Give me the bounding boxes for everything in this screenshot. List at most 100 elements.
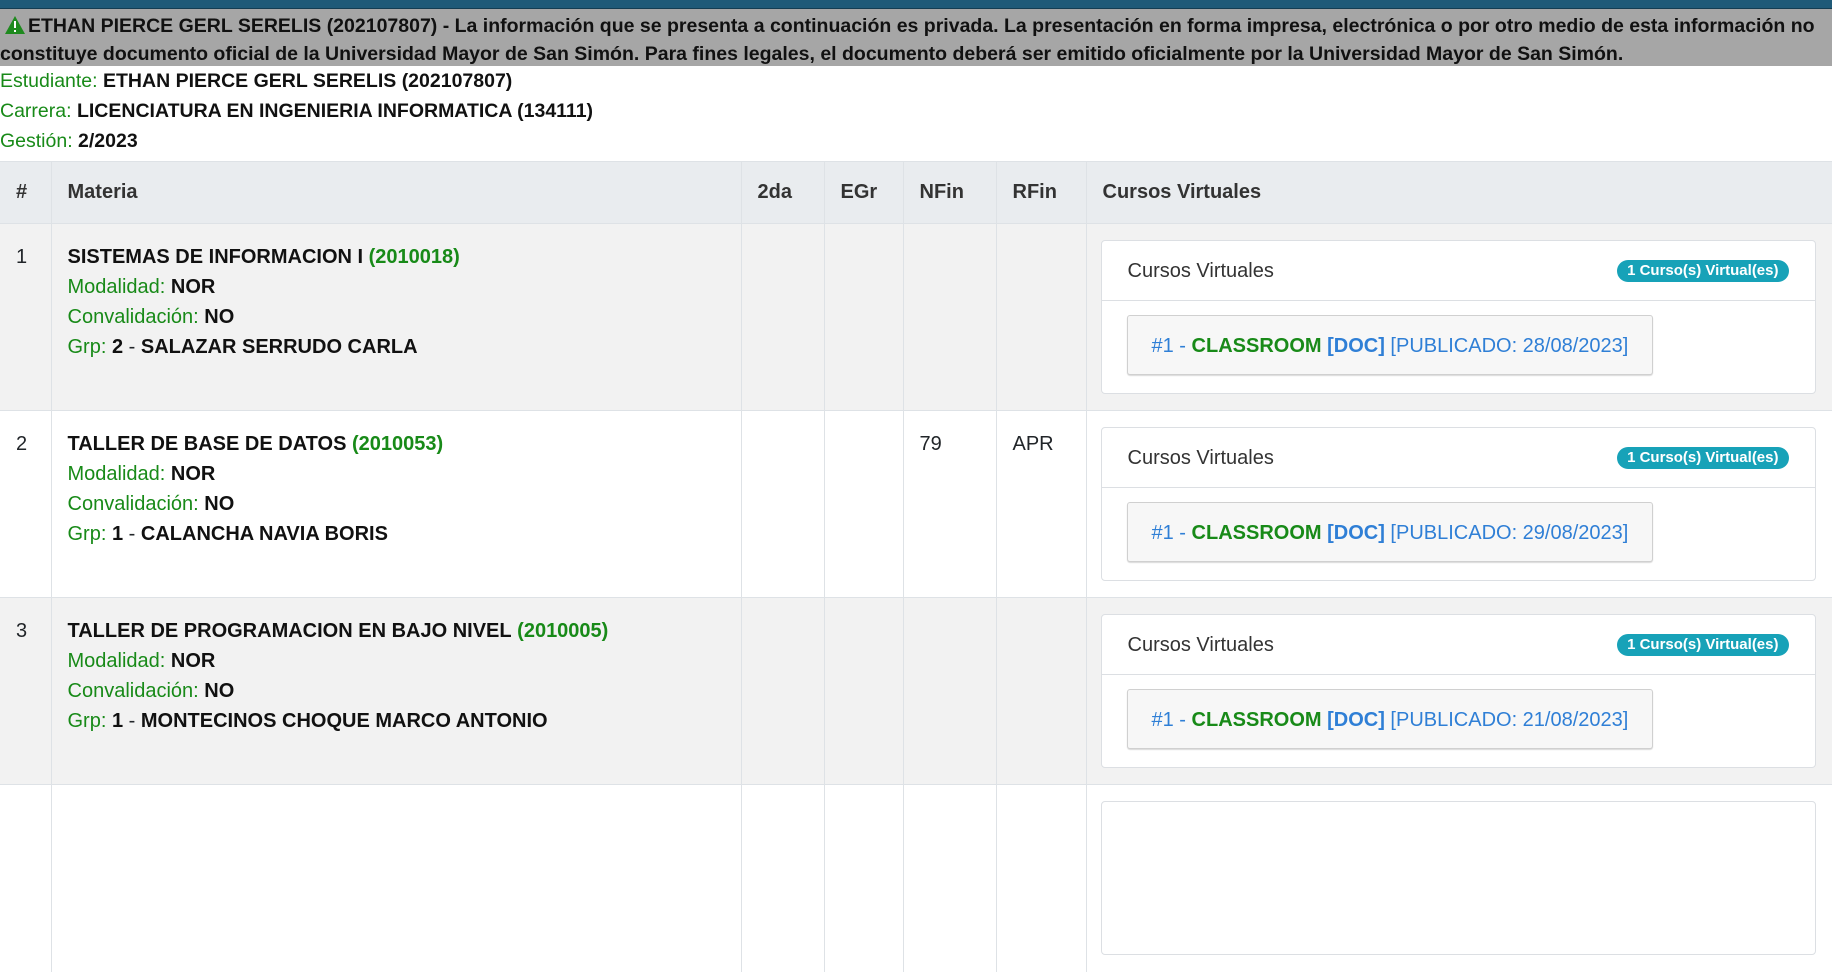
modality-label: Modalidad:	[67, 276, 166, 298]
nfin-cell	[903, 597, 997, 785]
career-line: Carrera: LICENCIATURA EN INGENIERIA INFO…	[0, 96, 1832, 126]
card-header: Cursos Virtuales 1 Curso(s) Virtual(es)	[1101, 241, 1815, 301]
nfin-cell: 79	[903, 410, 997, 598]
virtual-courses-card: Cursos Virtuales 1 Curso(s) Virtual(es) …	[1100, 614, 1816, 768]
card-body: #1 - CLASSROOM [DOC] [PUBLICADO: 28/08/2…	[1102, 301, 1815, 389]
modality-line: Modalidad: NOR	[68, 646, 725, 676]
group-separator: -	[128, 336, 136, 358]
segunda-cell	[741, 597, 825, 785]
modality-line: Modalidad: NOR	[68, 272, 725, 302]
subject-code: (2010053)	[351, 433, 444, 455]
student-label: Estudiante:	[0, 70, 98, 92]
segunda-cell	[741, 223, 825, 411]
privacy-notice: ETHAN PIERCE GERL SERELIS (202107807) - …	[0, 9, 1832, 66]
egr-cell	[824, 410, 904, 598]
virtual-courses-card	[1100, 801, 1816, 955]
subject-cell: TALLER DE PROGRAMACION EN BAJO NIVEL (20…	[51, 597, 742, 785]
student-line: Estudiante: ETHAN PIERCE GERL SERELIS (2…	[0, 66, 1832, 96]
subject-name: TALLER DE PROGRAMACION EN BAJO NIVEL	[67, 620, 512, 642]
subject-title: TALLER DE PROGRAMACION EN BAJO NIVEL (20…	[68, 616, 725, 646]
rfin-cell	[996, 784, 1087, 972]
subject-cell: TALLER DE BASE DE DATOS (2010053) Modali…	[51, 410, 742, 598]
subject-code: (2010018)	[368, 246, 460, 268]
validation-value: NO	[204, 680, 235, 702]
teacher-name: CALANCHA NAVIA BORIS	[140, 523, 388, 545]
table-row: 2 TALLER DE BASE DE DATOS (2010053) Moda…	[0, 410, 1832, 598]
virtual-course-link[interactable]: #1 - CLASSROOM [DOC] [PUBLICADO: 21/08/2…	[1126, 689, 1654, 749]
table-row: 1 SISTEMAS DE INFORMACION I (2010018) Mo…	[0, 223, 1832, 411]
courses-count-badge: 1 Curso(s) Virtual(es)	[1617, 446, 1789, 469]
group-number: 1	[111, 710, 124, 732]
header-rfin: RFin	[996, 161, 1087, 224]
term-line: Gestión: 2/2023	[0, 126, 1832, 156]
card-title: Cursos Virtuales	[1127, 259, 1274, 282]
nfin-cell	[903, 223, 997, 411]
subject-cell: SISTEMAS DE INFORMACION I (2010018) Moda…	[51, 223, 742, 411]
modality-line: Modalidad: NOR	[68, 459, 725, 489]
segunda-cell	[741, 410, 825, 598]
course-platform: CLASSROOM	[1191, 522, 1322, 544]
courses-count-badge: 1 Curso(s) Virtual(es)	[1617, 633, 1789, 656]
subject-title: TALLER DE BASE DE DATOS (2010053)	[68, 429, 725, 459]
subject-code: (2010005)	[517, 620, 609, 642]
row-number: 3	[0, 597, 52, 785]
term-value: 2/2023	[78, 130, 138, 152]
course-published: [PUBLICADO: 28/08/2023]	[1390, 335, 1629, 357]
header-egr: EGr	[824, 161, 904, 224]
modality-value: NOR	[170, 650, 216, 672]
group-label: Grp:	[67, 523, 107, 545]
virtual-courses-cell: Cursos Virtuales 1 Curso(s) Virtual(es) …	[1086, 597, 1832, 785]
card-header: Cursos Virtuales 1 Curso(s) Virtual(es)	[1101, 615, 1815, 675]
card-header: Cursos Virtuales 1 Curso(s) Virtual(es)	[1101, 428, 1815, 488]
course-number: #1 -	[1151, 335, 1186, 357]
card-title: Cursos Virtuales	[1127, 446, 1274, 469]
row-number: 2	[0, 410, 52, 598]
group-label: Grp:	[67, 710, 107, 732]
header-cursos-virtuales: Cursos Virtuales	[1086, 161, 1832, 224]
student-value: ETHAN PIERCE GERL SERELIS (202107807)	[103, 70, 513, 92]
course-platform: CLASSROOM	[1191, 335, 1322, 357]
card-body: #1 - CLASSROOM [DOC] [PUBLICADO: 21/08/2…	[1102, 675, 1815, 763]
group-number: 1	[111, 523, 124, 545]
course-platform: CLASSROOM	[1191, 709, 1322, 731]
validation-line: Convalidación: NO	[68, 489, 725, 519]
career-value: LICENCIATURA EN INGENIERIA INFORMATICA (…	[76, 100, 594, 122]
course-published: [PUBLICADO: 29/08/2023]	[1390, 522, 1629, 544]
virtual-course-link[interactable]: #1 - CLASSROOM [DOC] [PUBLICADO: 28/08/2…	[1126, 315, 1654, 375]
row-number: 1	[0, 223, 52, 411]
warning-icon	[5, 16, 25, 34]
table-row: 3 TALLER DE PROGRAMACION EN BAJO NIVEL (…	[0, 597, 1832, 785]
virtual-courses-card: Cursos Virtuales 1 Curso(s) Virtual(es) …	[1100, 427, 1816, 581]
course-number: #1 -	[1151, 522, 1186, 544]
courses-count-badge: 1 Curso(s) Virtual(es)	[1617, 259, 1789, 282]
segunda-cell	[741, 784, 825, 972]
group-separator: -	[128, 523, 136, 545]
modality-value: NOR	[170, 276, 216, 298]
modality-label: Modalidad:	[67, 463, 166, 485]
notice-text: ETHAN PIERCE GERL SERELIS (202107807) - …	[0, 15, 1815, 65]
course-role: [DOC]	[1327, 522, 1385, 544]
validation-line: Convalidación: NO	[68, 302, 725, 332]
validation-value: NO	[204, 493, 235, 515]
virtual-courses-card: Cursos Virtuales 1 Curso(s) Virtual(es) …	[1100, 240, 1816, 394]
egr-cell	[824, 223, 904, 411]
course-role: [DOC]	[1327, 335, 1385, 357]
group-line: Grp: 2 - SALAZAR SERRUDO CARLA	[68, 332, 725, 362]
top-bar	[0, 0, 1832, 9]
rfin-cell	[996, 597, 1087, 785]
teacher-name: SALAZAR SERRUDO CARLA	[140, 336, 418, 358]
header-num: #	[0, 161, 52, 224]
validation-label: Convalidación:	[67, 493, 199, 515]
card-title: Cursos Virtuales	[1127, 633, 1274, 656]
table-row	[0, 784, 1832, 972]
virtual-course-link[interactable]: #1 - CLASSROOM [DOC] [PUBLICADO: 29/08/2…	[1126, 502, 1654, 562]
validation-line: Convalidación: NO	[68, 676, 725, 706]
subject-name: TALLER DE BASE DE DATOS	[67, 433, 347, 455]
modality-label: Modalidad:	[67, 650, 166, 672]
egr-cell	[824, 597, 904, 785]
virtual-courses-cell: Cursos Virtuales 1 Curso(s) Virtual(es) …	[1086, 410, 1832, 598]
group-line: Grp: 1 - CALANCHA NAVIA BORIS	[68, 519, 725, 549]
validation-label: Convalidación:	[67, 306, 199, 328]
header-2da: 2da	[741, 161, 825, 224]
term-label: Gestión:	[0, 130, 73, 152]
